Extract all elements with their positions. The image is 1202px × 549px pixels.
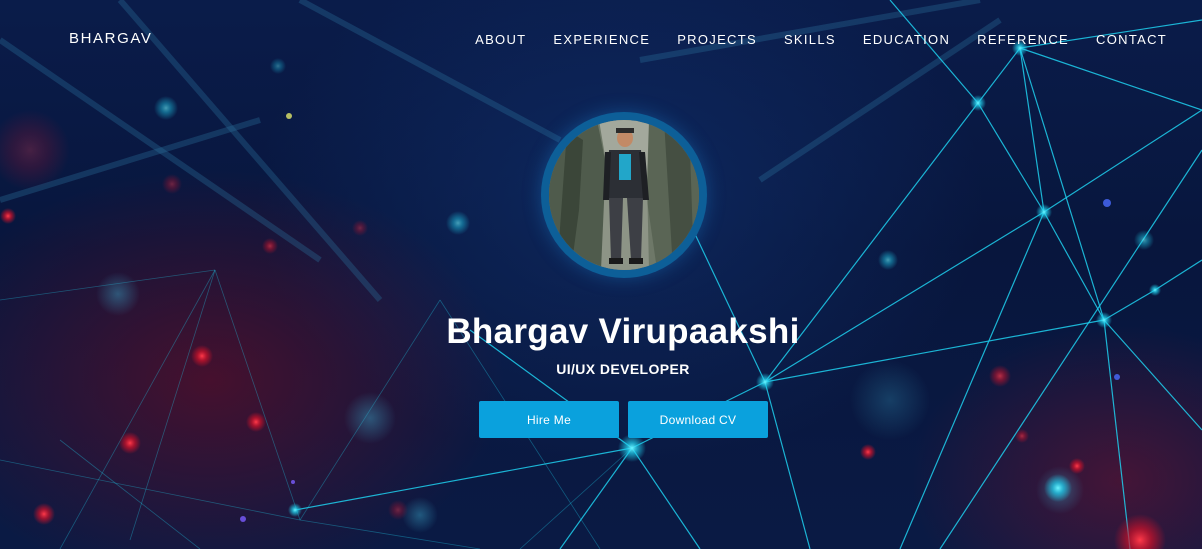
hire-me-button[interactable]: Hire Me [479,401,619,438]
avatar-frame [541,112,707,278]
nav-link-education[interactable]: EDUCATION [863,32,950,47]
hero-name: Bhargav Virupaakshi [446,312,800,351]
nav-link-skills[interactable]: SKILLS [784,32,836,47]
nav-link-experience[interactable]: EXPERIENCE [553,32,650,47]
avatar [549,120,699,270]
hero-role: UI/UX DEVELOPER [556,361,690,377]
nav-link-about[interactable]: ABOUT [475,32,526,47]
hero-section: BHARGAV ABOUT EXPERIENCE PROJECTS SKILLS… [0,0,1202,549]
nav-link-reference[interactable]: REFERENCE [977,32,1069,47]
nav-link-projects[interactable]: PROJECTS [677,32,757,47]
nav-links: ABOUT EXPERIENCE PROJECTS SKILLS EDUCATI… [448,32,1167,47]
nav-link-contact[interactable]: CONTACT [1096,32,1167,47]
navbar: BHARGAV ABOUT EXPERIENCE PROJECTS SKILLS… [0,0,1202,80]
profile-photo-image [549,120,699,270]
download-cv-button[interactable]: Download CV [628,401,768,438]
brand-logo-link[interactable]: BHARGAV [69,30,152,47]
